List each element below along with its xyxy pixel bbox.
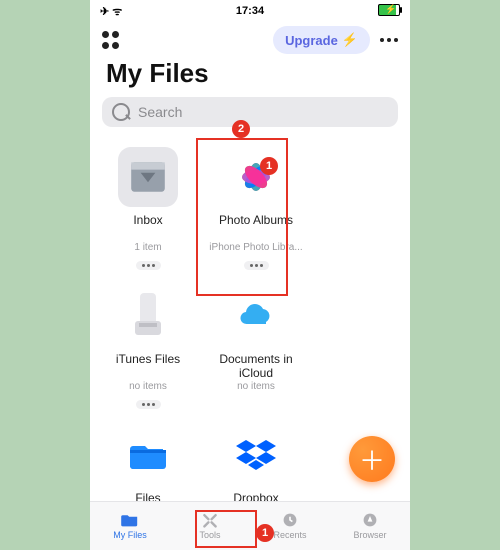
folder-sub: no items [98, 381, 198, 393]
plus-icon: ＋ [359, 441, 385, 478]
folder-name: Photo Albums [206, 213, 306, 241]
app-screen: ✈︎ ᯤ 17:34 ⚡ Upgrade ⚡ My Files Search I… [90, 0, 410, 550]
compass-icon [360, 512, 380, 528]
dropbox-icon [226, 425, 286, 485]
upgrade-label: Upgrade [285, 33, 338, 48]
upgrade-button[interactable]: Upgrade ⚡ [273, 26, 370, 54]
tab-browser[interactable]: Browser [330, 502, 410, 550]
tab-label: My Files [113, 530, 147, 540]
tools-icon [200, 512, 220, 528]
search-input[interactable]: Search [102, 97, 398, 127]
tab-label: Recents [273, 530, 306, 540]
status-time: 17:34 [90, 5, 410, 17]
tab-tools[interactable]: Tools [170, 502, 250, 550]
folder-more-icon[interactable] [136, 400, 161, 409]
inbox-folder-icon [118, 147, 178, 207]
folder-name: Documents in iCloud [206, 352, 306, 380]
tab-label: Browser [353, 530, 386, 540]
app-menu-icon[interactable] [102, 31, 120, 49]
icloud-icon [226, 286, 286, 346]
folder-inbox[interactable]: Inbox 1 item [96, 137, 200, 276]
clock-icon [280, 512, 300, 528]
page-title: My Files [106, 58, 394, 89]
folder-sub: no items [206, 381, 306, 393]
tab-my-files[interactable]: My Files [90, 502, 170, 550]
status-bar: ✈︎ ᯤ 17:34 ⚡ [90, 0, 410, 20]
folder-grid: Inbox 1 item [90, 137, 410, 550]
folder-name: Inbox [98, 213, 198, 241]
files-app-icon [118, 425, 178, 485]
folder-icloud[interactable]: Documents in iCloud no items [204, 276, 308, 415]
folder-sub: iPhone Photo Libra... [206, 242, 306, 254]
tab-recents[interactable]: Recents [250, 502, 330, 550]
bolt-icon: ⚡ [342, 32, 358, 48]
tab-bar: My Files Tools Recents Browser [90, 501, 410, 550]
folder-itunes-files[interactable]: iTunes Files no items [96, 276, 200, 415]
tab-label: Tools [199, 530, 220, 540]
photos-icon [226, 147, 286, 207]
folder-icon [120, 512, 140, 528]
search-placeholder: Search [138, 104, 182, 120]
folder-photo-albums[interactable]: Photo Albums iPhone Photo Libra... [204, 137, 308, 276]
search-icon [112, 103, 130, 121]
folder-name: iTunes Files [98, 352, 198, 380]
more-menu-icon[interactable] [380, 38, 398, 42]
add-button[interactable]: ＋ [349, 436, 395, 482]
folder-more-icon[interactable] [244, 261, 269, 270]
itunes-icon [118, 286, 178, 346]
top-bar: Upgrade ⚡ [90, 20, 410, 56]
folder-sub: 1 item [98, 242, 198, 254]
folder-more-icon[interactable] [136, 261, 161, 270]
